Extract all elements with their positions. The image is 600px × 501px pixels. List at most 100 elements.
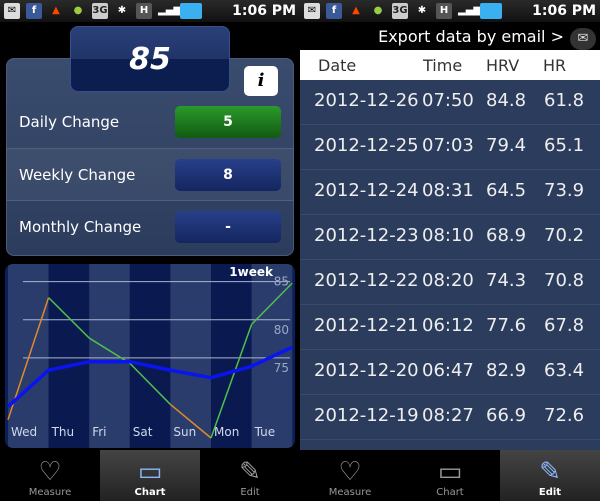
x-tick-label: Thu [51, 425, 75, 439]
x-tick-label: Wed [11, 425, 37, 439]
hr-cell: 63.4 [544, 360, 585, 381]
column-band [48, 264, 90, 448]
status-bar-right: ✉ f ▲ ● 3G ✱ H ▂▄▆ 1:06 PM [300, 0, 600, 22]
heart-icon: ♡ [38, 457, 62, 487]
col-time: Time [423, 56, 463, 75]
table-row[interactable]: 2012-12-22 08:20 74.3 70.8 [300, 260, 600, 305]
time-cell: 07:50 [422, 90, 474, 111]
chart-icon: ▭ [437, 457, 463, 487]
table-row[interactable]: 2012-12-23 08:10 68.9 70.2 [300, 215, 600, 260]
hrv-cell: 74.3 [486, 270, 527, 291]
tab-measure[interactable]: ♡ Measure [300, 450, 400, 501]
tab-edit[interactable]: ✎ Edit [500, 450, 600, 501]
date-cell: 2012-12-25 [314, 135, 419, 156]
monthly-change-label: Monthly Change [19, 217, 142, 236]
date-cell: 2012-12-19 [314, 405, 419, 426]
mail-icon[interactable]: ✉ [570, 28, 596, 50]
battery-icon [480, 3, 502, 19]
warning-icon: ▲ [352, 5, 360, 16]
hspa-icon: H [436, 3, 452, 19]
weekly-change-row: Weekly Change 8 [6, 148, 294, 200]
y-tick-label: 75 [274, 361, 289, 375]
hrv-cell: 66.9 [486, 405, 527, 426]
facebook-icon: f [326, 3, 342, 19]
daily-change-row: Daily Change 5 [6, 96, 294, 148]
date-cell: 2012-12-23 [314, 225, 419, 246]
col-date: Date [318, 56, 357, 75]
tab-label: Measure [328, 487, 372, 498]
battery-icon [180, 3, 202, 19]
col-hr: HR [543, 56, 567, 75]
monthly-change-value: - [175, 210, 281, 243]
hrv-cell: 82.9 [486, 360, 527, 381]
hr-cell: 67.8 [544, 315, 585, 336]
tab-label: Chart [134, 487, 166, 498]
signal-icon: ▂▄▆ [458, 5, 482, 16]
chart-svg: 75 80 85 Wed Thu Fri Sat Sun Mon Tue [6, 264, 293, 448]
hrv-cell: 77.6 [486, 315, 527, 336]
tab-edit[interactable]: ✎ Edit [200, 450, 300, 501]
table-row[interactable]: 2012-12-24 08:31 64.5 73.9 [300, 170, 600, 215]
table-row[interactable]: 2012-12-19 08:27 66.9 72.6 [300, 395, 600, 440]
hspa-icon: H [136, 3, 152, 19]
tab-label: Edit [240, 487, 260, 498]
time-cell: 08:20 [422, 270, 474, 291]
x-tick-label: Mon [214, 425, 239, 439]
android-icon: ● [373, 5, 383, 16]
signal-icon: ▂▄▆ [158, 5, 182, 16]
time-cell: 06:47 [422, 360, 474, 381]
measurement-table: 2012-12-26 07:50 84.8 61.8 2012-12-25 07:03 79… [300, 80, 600, 450]
chart-icon: ▭ [137, 457, 163, 487]
clock: 1:06 PM [232, 3, 296, 19]
daily-change-value: 5 [175, 106, 281, 138]
column-band [129, 264, 171, 448]
x-tick-label: Fri [92, 425, 106, 439]
date-cell: 2012-12-20 [314, 360, 419, 381]
3g-icon: 3G [392, 3, 408, 19]
tab-chart[interactable]: ▭ Chart [100, 450, 200, 501]
x-tick-label: Tue [254, 425, 276, 439]
hrv-cell: 84.8 [486, 90, 527, 111]
column-band [8, 264, 49, 448]
col-hrv: HRV [486, 56, 520, 75]
clock: 1:06 PM [532, 3, 596, 19]
table-row[interactable]: 2012-12-26 07:50 84.8 61.8 [300, 80, 600, 125]
hrv-cell: 79.4 [486, 135, 527, 156]
tab-label: Chart [436, 487, 464, 498]
time-cell: 08:31 [422, 180, 474, 201]
table-row[interactable]: 2012-12-25 07:03 79.4 65.1 [300, 125, 600, 170]
table-row[interactable]: 2012-12-21 06:12 77.6 67.8 [300, 305, 600, 350]
warning-icon: ▲ [52, 5, 60, 16]
table-row[interactable]: 2012-12-20 06:47 82.9 63.4 [300, 350, 600, 395]
bottom-nav: ♡ Measure ▭ Chart ✎ Edit ♡ Measure ▭ Chart ✎ E… [0, 450, 600, 501]
facebook-icon: f [26, 3, 42, 19]
export-link[interactable]: Export data by email > [300, 22, 600, 50]
y-tick-label: 80 [274, 323, 289, 337]
tab-label: Edit [538, 487, 562, 498]
date-cell: 2012-12-26 [314, 90, 419, 111]
hrv-chart[interactable]: 75 80 85 Wed Thu Fri Sat Sun Mon Tue 1week [5, 264, 295, 448]
hr-cell: 72.6 [544, 405, 585, 426]
pencil-icon: ✎ [539, 457, 561, 487]
hr-cell: 73.9 [544, 180, 585, 201]
tab-label: Measure [28, 487, 72, 498]
time-cell: 06:12 [422, 315, 474, 336]
voicemail-icon: ✉ [4, 3, 20, 19]
daily-change-label: Daily Change [19, 113, 120, 131]
hrv-cell: 64.5 [486, 180, 527, 201]
hr-cell: 65.1 [544, 135, 585, 156]
hrv-cell: 68.9 [486, 225, 527, 246]
period-label[interactable]: 1week [229, 265, 273, 279]
bluetooth-icon: ✱ [117, 5, 127, 16]
hr-cell: 70.2 [544, 225, 585, 246]
tab-measure[interactable]: ♡ Measure [0, 450, 100, 501]
x-tick-label: Sat [133, 425, 153, 439]
3g-icon: 3G [92, 3, 108, 19]
monthly-change-row: Monthly Change - [6, 200, 294, 252]
time-cell: 07:03 [422, 135, 474, 156]
hr-cell: 61.8 [544, 90, 585, 111]
date-cell: 2012-12-24 [314, 180, 419, 201]
info-button[interactable]: i [244, 66, 278, 96]
tab-chart[interactable]: ▭ Chart [400, 450, 500, 501]
android-icon: ● [73, 5, 83, 16]
